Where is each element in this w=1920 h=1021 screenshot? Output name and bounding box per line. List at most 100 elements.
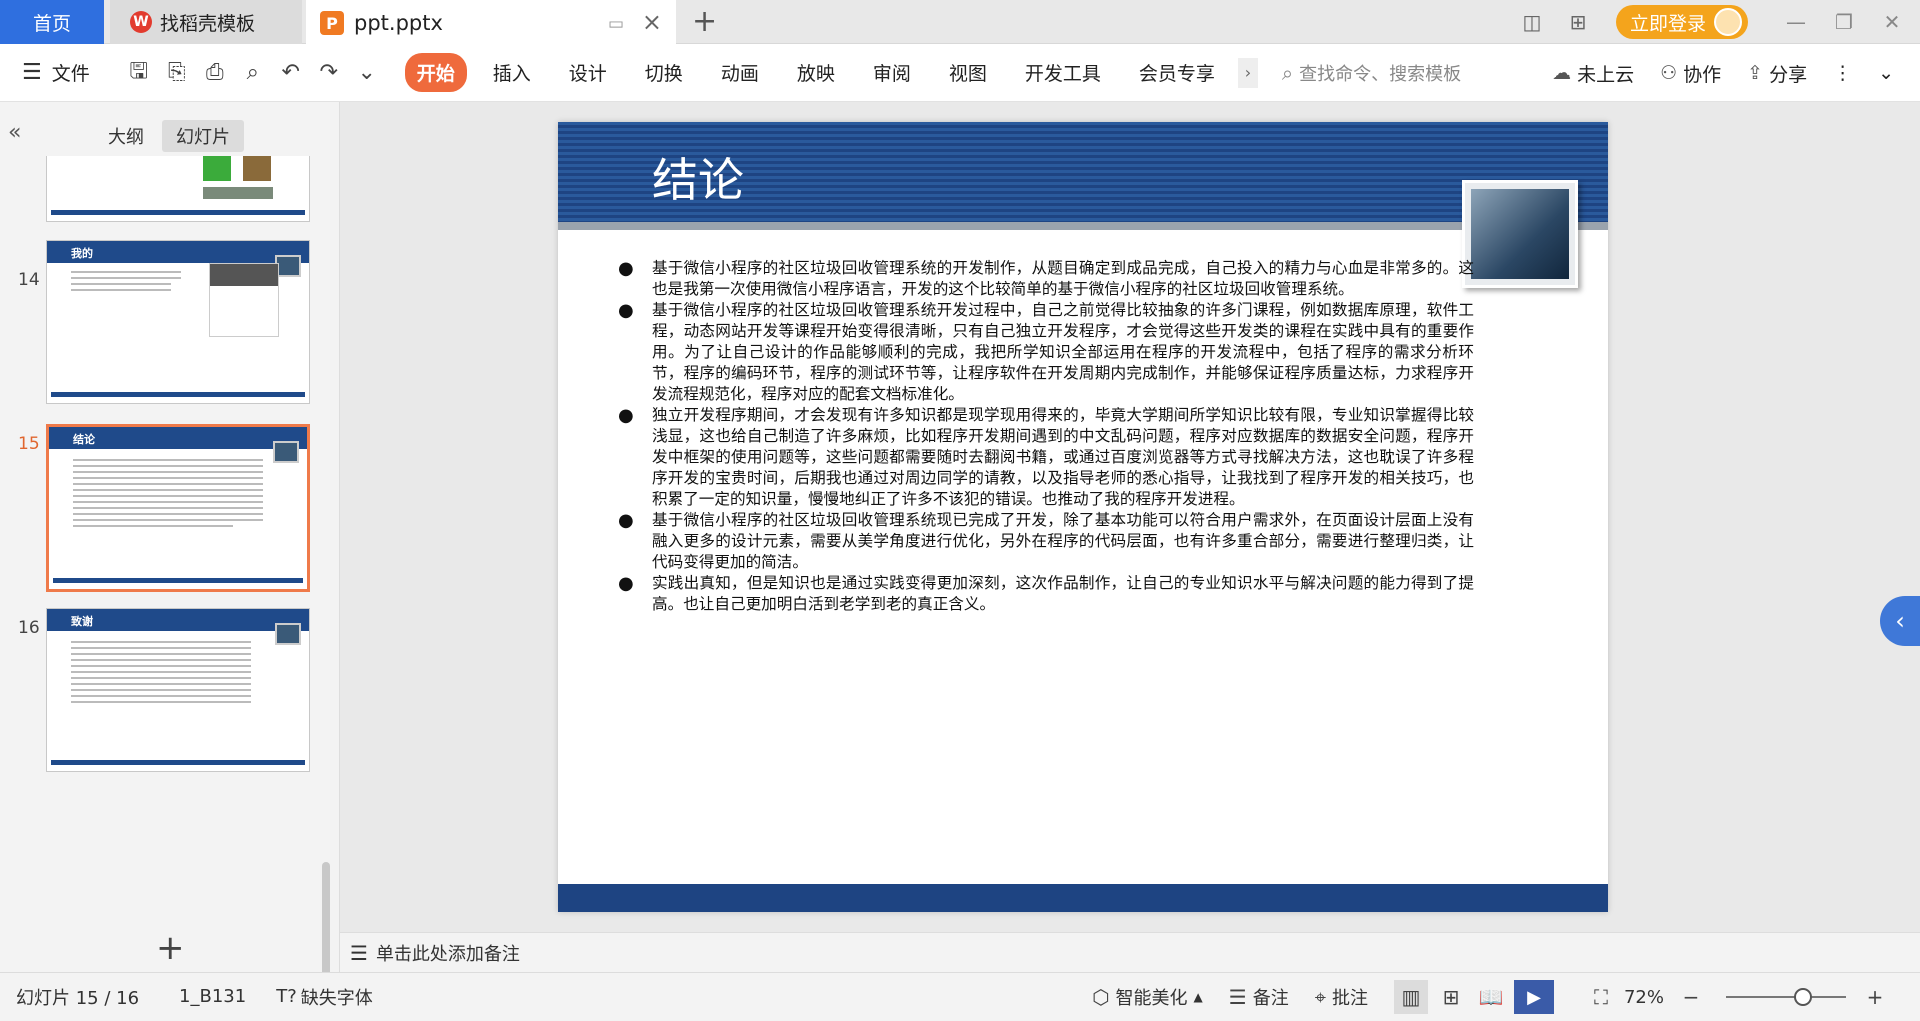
fit-window-icon[interactable]: ⛶	[1584, 980, 1618, 1014]
user-icon: ⚇	[1660, 62, 1678, 84]
add-slide-button[interactable]: +	[156, 928, 185, 968]
bullet-dot: ●	[618, 573, 634, 594]
text-line	[73, 477, 263, 479]
docer-logo-icon: W	[130, 11, 152, 33]
close-tab-icon[interactable]: ×	[642, 8, 662, 36]
side-panel-toggle-icon[interactable]: ‹	[1880, 596, 1920, 646]
slide-thumbnail[interactable]	[46, 156, 310, 222]
more-icon[interactable]: ⋮	[1833, 62, 1852, 84]
slide-thumbnail-selected[interactable]: 结论	[46, 424, 310, 592]
thumbnail-title: 我的	[47, 241, 309, 263]
slide-counter: 幻灯片 15 / 16	[16, 987, 140, 1009]
caret-up-icon: ▲	[1193, 990, 1203, 1004]
tab-view[interactable]: 视图	[937, 53, 999, 92]
notes-placeholder: 单击此处添加备注	[375, 943, 520, 965]
close-window-icon[interactable]: ✕	[1872, 10, 1912, 34]
undo-icon[interactable]: ↶	[272, 60, 310, 85]
bullet-dot: ●	[618, 510, 634, 531]
tab-document[interactable]: P ppt.pptx ▭ ×	[306, 0, 676, 44]
thumbnail-footer	[51, 760, 305, 765]
text-line	[71, 277, 181, 279]
sorter-view-icon[interactable]: ⊞	[1434, 980, 1468, 1014]
tab-template-store[interactable]: W 找稻壳模板	[110, 0, 302, 44]
new-tab-button[interactable]: +	[692, 4, 717, 39]
text-line	[71, 695, 251, 697]
tab-outline[interactable]: 大纲	[94, 120, 158, 152]
export-icon[interactable]: ⎘	[158, 60, 196, 85]
slide-panel: « 大纲 幻灯片 14 我的 15 结论 16 致谢 +	[0, 102, 340, 1012]
print-icon[interactable]: ⎙	[196, 60, 234, 85]
status-bar: 幻灯片 15 / 16 1_B131 T? 缺失字体 ⬡ 智能美化 ▲ ☰ 备注 ⌖ 批注…	[0, 972, 1920, 1020]
slide-thumbnail[interactable]: 我的	[46, 240, 310, 404]
slide-body-text[interactable]: ● 基于微信小程序的社区垃圾回收管理系统的开发制作，从题目确定到成品完成，自己投入…	[614, 258, 1474, 615]
collab-label: 协作	[1683, 63, 1722, 86]
restore-icon[interactable]: ❐	[1824, 10, 1864, 34]
tab-slideshow[interactable]: 放映	[785, 53, 847, 92]
bullet-item: ● 独立开发程序期间，才会发现有许多知识都是现学现用得来的，毕竟大学期间所学知识比…	[614, 405, 1474, 510]
text-line	[73, 465, 263, 467]
zoom-in-icon[interactable]: +	[1858, 980, 1892, 1014]
collapse-ribbon-icon[interactable]: ⌄	[1878, 62, 1894, 84]
tab-start[interactable]: 开始	[404, 53, 467, 92]
share-label: 分享	[1769, 63, 1808, 86]
photo-content	[1471, 189, 1569, 279]
customize-dropdown-icon[interactable]: ⌄	[348, 60, 386, 85]
share-button[interactable]: ⇪ 分享	[1747, 60, 1807, 87]
zoom-level[interactable]: 72%	[1624, 987, 1664, 1008]
slide-number: 15	[18, 434, 40, 454]
collab-button[interactable]: ⚇ 协作	[1660, 60, 1721, 87]
beautify-button[interactable]: ⬡ 智能美化 ▲	[1092, 984, 1203, 1010]
notes-toggle-button[interactable]: ☰ 备注	[1229, 984, 1289, 1010]
tab-design[interactable]: 设计	[557, 53, 619, 92]
text-line	[71, 289, 171, 291]
zoom-slider-handle[interactable]	[1794, 988, 1812, 1006]
hamburger-icon: ☰	[22, 60, 42, 85]
zoom-out-icon[interactable]: −	[1674, 980, 1708, 1014]
tab-animation[interactable]: 动画	[709, 53, 771, 92]
tab-developer[interactable]: 开发工具	[1013, 53, 1113, 92]
play-slideshow-icon[interactable]: ▶	[1513, 980, 1554, 1014]
slide-thumbnail[interactable]: 致谢	[46, 608, 310, 772]
cloud-status[interactable]: ☁ 未上云	[1552, 60, 1634, 87]
current-slide[interactable]: 结论 ● 基于微信小程序的社区垃圾回收管理系统的开发制作，从题目确定到成品完成，自…	[558, 122, 1608, 912]
tab-insert[interactable]: 插入	[481, 53, 543, 92]
handshake-photo[interactable]	[1462, 180, 1578, 288]
text-line	[71, 641, 251, 643]
save-icon[interactable]: 🖫	[120, 54, 158, 92]
login-button[interactable]: 立即登录	[1615, 5, 1748, 39]
text-line	[73, 459, 263, 461]
monitor-icon[interactable]: ▭	[608, 14, 624, 34]
slide-header-underline	[558, 222, 1608, 230]
text-line	[73, 519, 263, 521]
file-menu-label: 文件	[51, 63, 90, 85]
zoom-slider[interactable]	[1726, 988, 1846, 1006]
print-preview-icon[interactable]: ⌕	[234, 60, 272, 85]
command-search[interactable]: ⌕ 查找命令、搜索模板	[1282, 60, 1461, 86]
phone-mockup-header	[210, 264, 278, 286]
text-line	[73, 525, 233, 527]
text-line	[73, 513, 263, 515]
tab-slides[interactable]: 幻灯片	[162, 120, 244, 152]
missing-font-button[interactable]: T? 缺失字体	[276, 984, 373, 1010]
reading-view-icon[interactable]: 📖	[1474, 980, 1508, 1014]
thumbnail-image	[243, 156, 271, 181]
bullet-item: ● 基于微信小程序的社区垃圾回收管理系统现已完成了开发，除了基本功能可以符合用户需…	[614, 510, 1474, 573]
chevron-right-icon[interactable]: ›	[1237, 57, 1258, 88]
notes-area[interactable]: ☰ 单击此处添加备注	[340, 932, 1920, 972]
tab-member[interactable]: 会员专享	[1127, 53, 1227, 92]
collapse-panel-icon[interactable]: «	[8, 120, 21, 145]
apps-grid-icon[interactable]: ⊞	[1560, 8, 1596, 36]
document-name: ppt.pptx	[354, 11, 443, 35]
tab-home[interactable]: 首页	[0, 0, 104, 44]
tab-transition[interactable]: 切换	[633, 53, 695, 92]
normal-view-icon[interactable]: ▥	[1393, 980, 1428, 1014]
file-menu[interactable]: ☰ 文件	[22, 59, 90, 86]
minimize-icon[interactable]: —	[1776, 10, 1816, 34]
title-bar: 首页 W 找稻壳模板 P ppt.pptx ▭ × + ◫ ⊞ 立即登录 — ❐…	[0, 0, 1920, 44]
theme-name[interactable]: 1_B131	[179, 986, 246, 1007]
slide-title[interactable]: 结论	[652, 144, 744, 210]
layout-icon[interactable]: ◫	[1514, 8, 1550, 36]
comment-button[interactable]: ⌖ 批注	[1315, 984, 1368, 1010]
tab-review[interactable]: 审阅	[861, 53, 923, 92]
redo-icon[interactable]: ↷	[310, 60, 348, 85]
